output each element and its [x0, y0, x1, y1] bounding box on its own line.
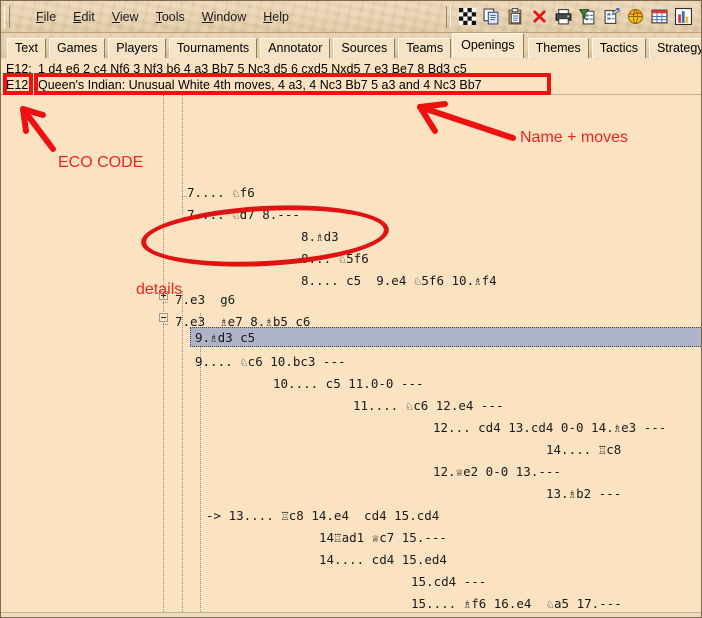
- eco-current-row[interactable]: E12: Queen's Indian: Unusual White 4th m…: [1, 76, 701, 93]
- tree-row[interactable]: 13.♗b2 ---: [546, 484, 621, 504]
- tree-expander-7e3-g6[interactable]: [159, 291, 168, 300]
- globe-icon[interactable]: [627, 8, 644, 25]
- tree-row[interactable]: 7.e3 g6: [175, 290, 235, 310]
- menu-item-file[interactable]: File: [34, 8, 58, 26]
- eco-previous-code: E12:: [6, 61, 32, 76]
- tree-row[interactable]: 9.... ♘c6 10.bc3 ---: [195, 352, 346, 372]
- menu-item-edit[interactable]: Edit: [71, 8, 97, 26]
- menu-item-view[interactable]: View: [110, 8, 141, 26]
- tree-row[interactable]: 15.cd4 ---: [411, 572, 486, 592]
- toolbar-grip[interactable]: [4, 5, 10, 28]
- table-icon[interactable]: [651, 8, 668, 25]
- filter-icon[interactable]: [579, 8, 596, 25]
- properties-icon[interactable]: [603, 8, 620, 25]
- tree-row[interactable]: 14.... cd4 15.ed4: [319, 550, 447, 570]
- eco-previous-row[interactable]: E12: 1 d4 e6 2 c4 Nf6 3 Nf3 b6 4 a3 Bb7 …: [1, 60, 701, 77]
- tab-teams[interactable]: Teams: [398, 38, 452, 58]
- tree-row[interactable]: 14.... ♖c8: [546, 440, 621, 460]
- tree-row[interactable]: 11.... ♘c6 12.e4 ---: [353, 396, 504, 416]
- tab-tournaments[interactable]: Tournaments: [168, 38, 258, 58]
- print-icon[interactable]: [555, 8, 572, 25]
- tab-tactics[interactable]: Tactics: [591, 38, 646, 58]
- eco-current-code: E12:: [6, 77, 32, 92]
- tree-row[interactable]: 7.... ♘f6: [187, 183, 255, 203]
- opening-tree-pane[interactable]: 7.... ♘f6 7.... ♘d7 8.--- 8.♗d3 8... ♘5f…: [1, 95, 701, 617]
- paste-icon[interactable]: [507, 8, 524, 25]
- tree-guide-horizontal-e: [163, 324, 169, 325]
- menu-item-help[interactable]: Help: [261, 8, 291, 26]
- delete-x-icon[interactable]: [531, 8, 548, 25]
- copy-icon[interactable]: [483, 8, 500, 25]
- tab-openings[interactable]: Openings: [452, 33, 524, 58]
- tab-strategy[interactable]: Strategy: [648, 38, 701, 58]
- tree-row[interactable]: 7.... ♘d7 8.---: [187, 205, 300, 225]
- tab-annotator[interactable]: Annotator: [260, 38, 331, 58]
- chart-icon[interactable]: [675, 8, 692, 25]
- eco-previous-text: 1 d4 e6 2 c4 Nf6 3 Nf3 b6 4 a3 Bb7 5 Nc3…: [38, 61, 467, 76]
- menu-item-window[interactable]: Window: [200, 8, 248, 26]
- tree-guide-vertical-root: [163, 95, 164, 617]
- tree-row[interactable]: 15.... ♗f6 16.e4 ♘a5 17.---: [411, 594, 622, 614]
- chessboard-icon[interactable]: [459, 8, 476, 25]
- tab-games[interactable]: Games: [48, 38, 106, 58]
- menu-toolbar-strip: File Edit View Tools Window Help: [1, 1, 701, 33]
- application-window: File Edit View Tools Window Help Text Ga…: [0, 0, 702, 618]
- tab-sources[interactable]: Sources: [333, 38, 396, 58]
- tree-row[interactable]: 8.♗d3: [301, 227, 339, 247]
- tree-row[interactable]: 12... cd4 13.cd4 0-0 14.♗e3 ---: [433, 418, 666, 438]
- tree-guide-horizontal-d: [163, 302, 169, 303]
- tab-text[interactable]: Text: [7, 38, 46, 58]
- tree-row[interactable]: 8.... c5 9.e4 ♘5f6 10.♗f4: [301, 271, 497, 291]
- eco-header-area: E12: 1 d4 e6 2 c4 Nf6 3 Nf3 b6 4 a3 Bb7 …: [1, 60, 701, 95]
- tree-guide-vertical-level2: [182, 95, 183, 215]
- menu-bar: File Edit View Tools Window Help: [14, 8, 291, 26]
- tree-row[interactable]: -> 13.... ♖c8 14.e4 cd4 15.cd4: [206, 506, 439, 526]
- tree-row[interactable]: 8... ♘5f6: [301, 249, 369, 269]
- menu-item-tools[interactable]: Tools: [154, 8, 187, 26]
- tree-expander-7e3-be7[interactable]: [159, 313, 168, 322]
- status-bar: [1, 612, 701, 617]
- tree-row-selected[interactable]: 9.♗d3 c5: [195, 328, 255, 348]
- toolbar: [459, 8, 701, 25]
- eco-current-text: Queen's Indian: Unusual White 4th moves,…: [38, 77, 482, 92]
- tab-players[interactable]: Players: [108, 38, 166, 58]
- tree-row[interactable]: 14♖ad1 ♕c7 15.---: [319, 528, 447, 548]
- tab-bar: Text Games Players Tournaments Annotator…: [1, 33, 701, 60]
- tree-guide-vertical-level3: [182, 291, 183, 617]
- tree-row[interactable]: 10.... c5 11.0-0 ---: [273, 374, 424, 394]
- tree-row[interactable]: 12.♕e2 0-0 13.---: [433, 462, 561, 482]
- tab-themes[interactable]: Themes: [527, 38, 589, 58]
- toolbar-separator: [446, 5, 451, 28]
